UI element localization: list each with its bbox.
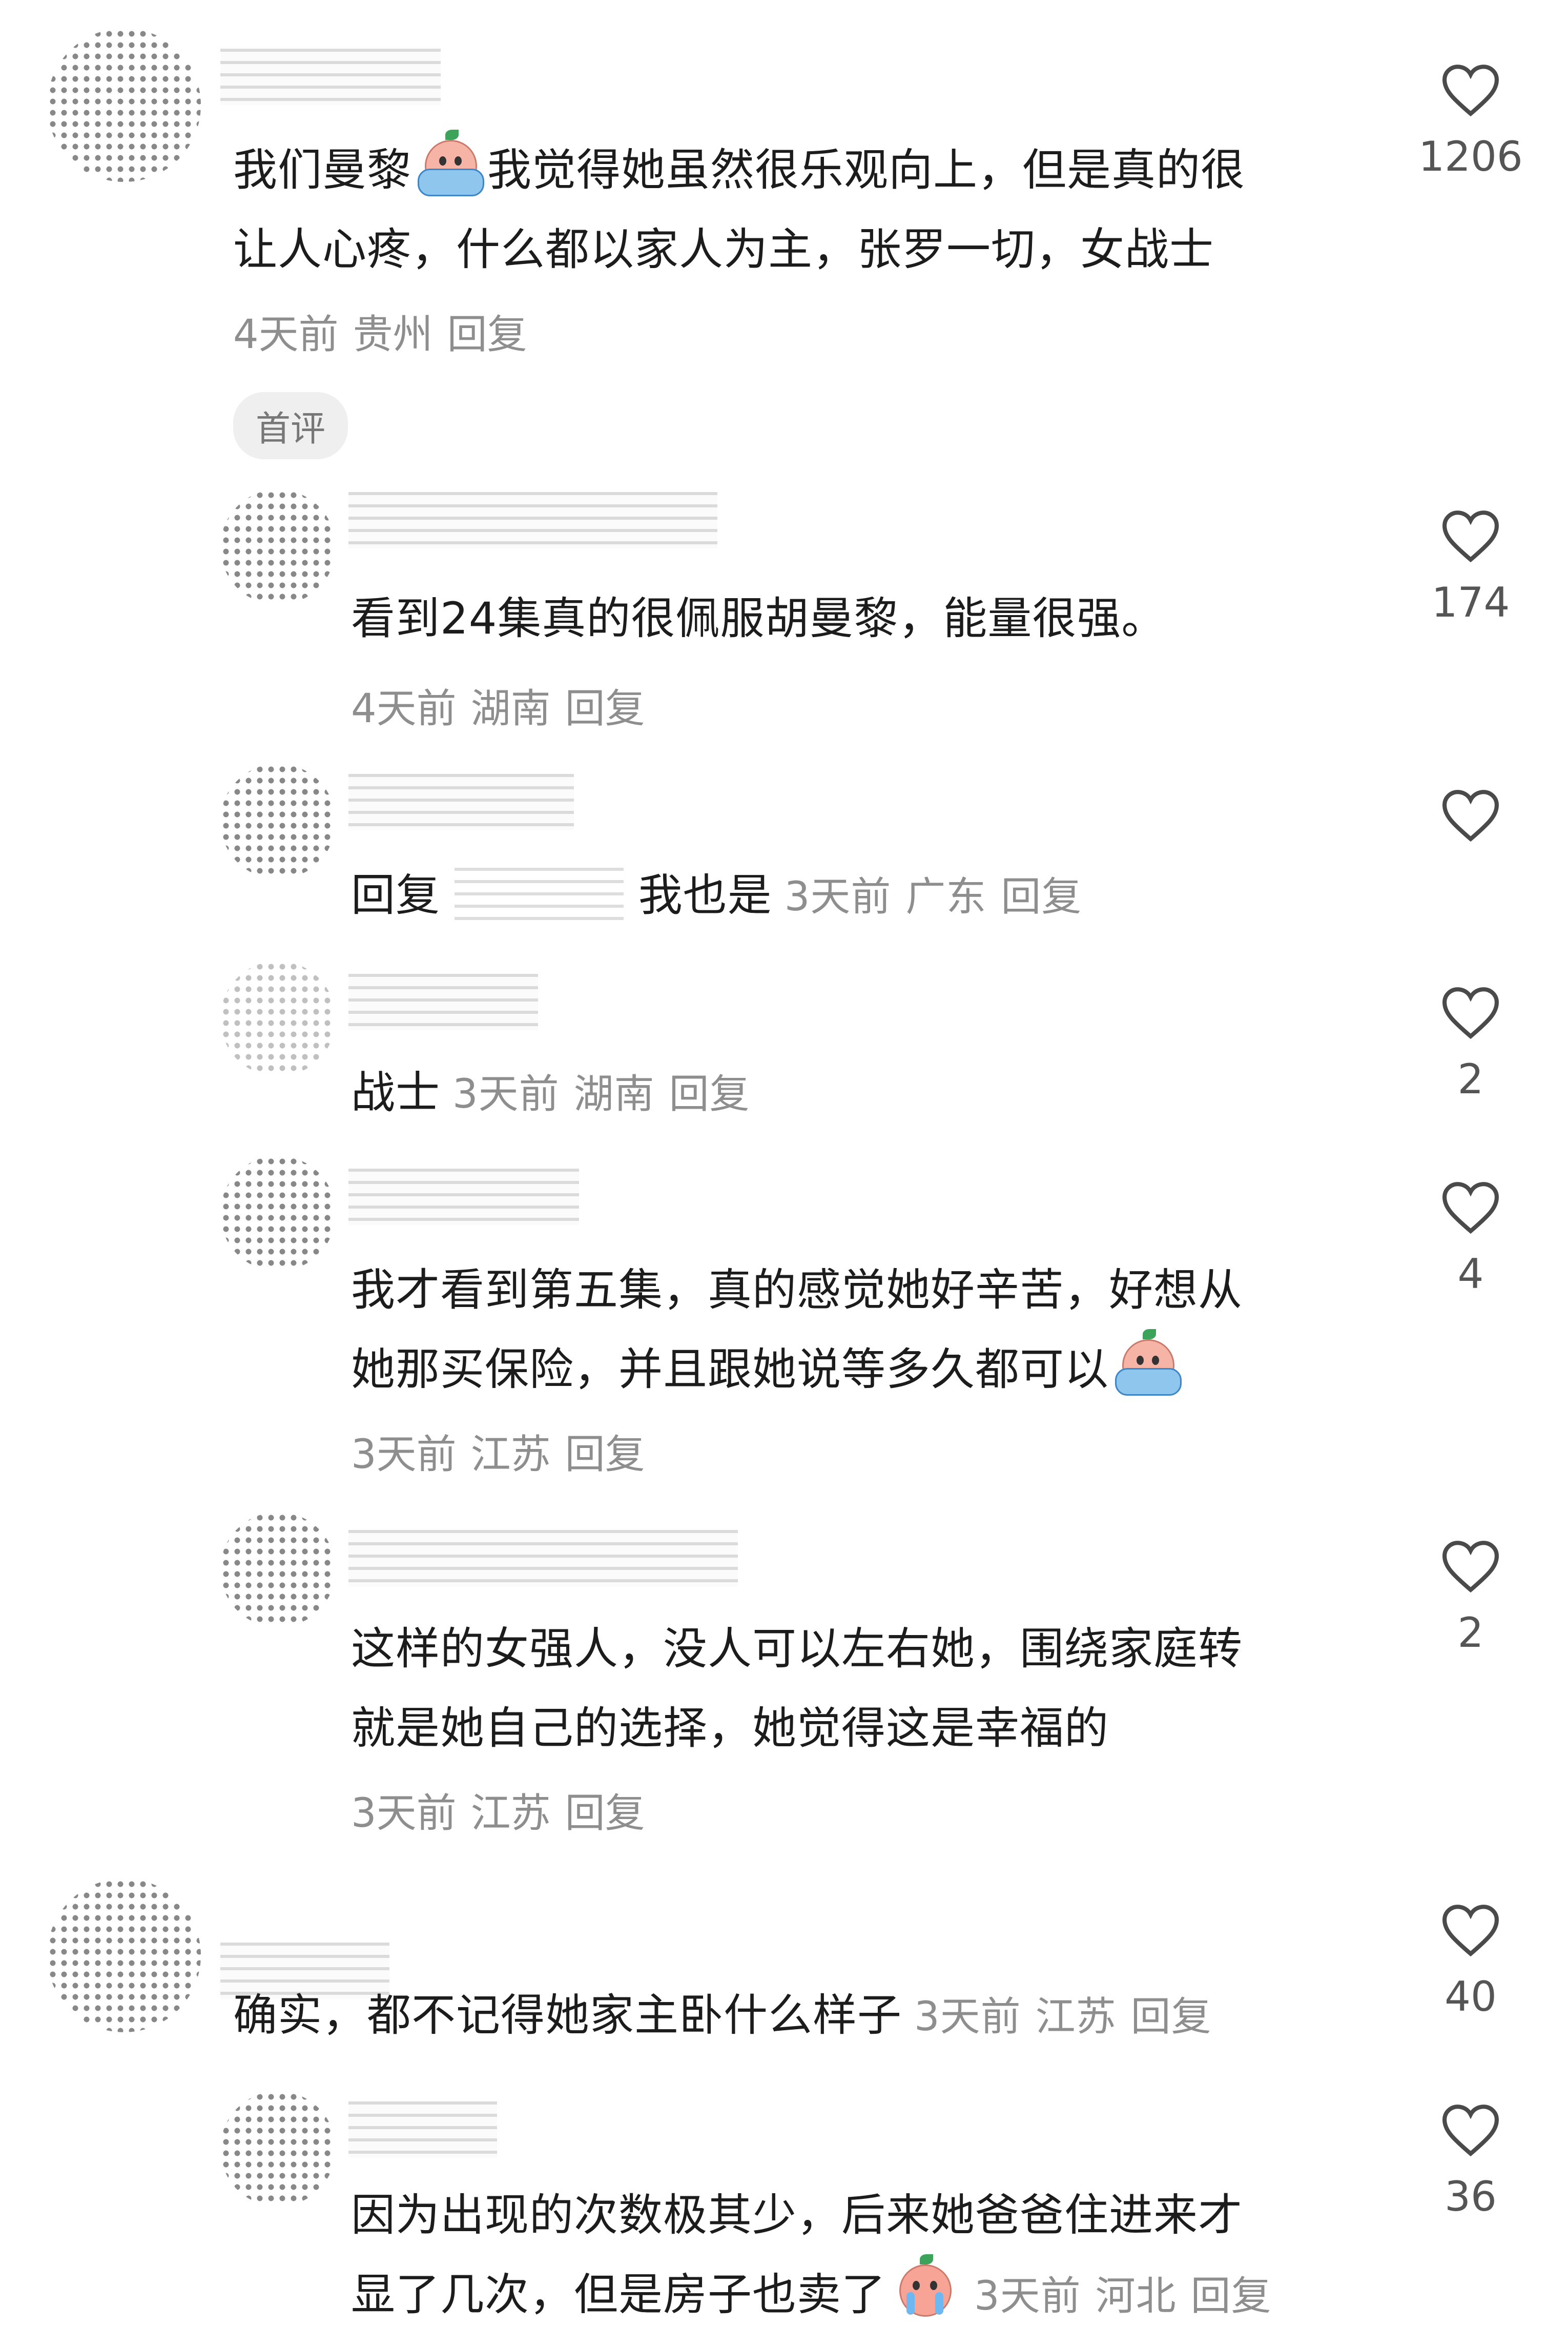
comment-text: 战士 3天前 湖南 回复: [351, 1053, 765, 1134]
comment-text: 确实，都不记得她家主卧什么样子 3天前 江苏 回复: [233, 1976, 1226, 2057]
reply-button[interactable]: 回复: [565, 1432, 645, 1478]
like-button[interactable]: 40: [1414, 1902, 1527, 2023]
comment-meta: 4天前 贵州 回复: [233, 302, 542, 360]
comment-location: 江苏: [470, 1790, 551, 1836]
like-button[interactable]: 36: [1414, 2101, 1527, 2222]
first-comment-badge: 首评: [233, 392, 348, 459]
comment-meta: 3天前 江苏 回复: [351, 1781, 659, 1839]
comment-meta: 3天前 江苏 回复: [914, 1994, 1226, 2040]
like-count: 174: [1431, 579, 1510, 626]
comment-text: 因为出现的次数极其少，后来她爸爸住进来才 显了几次，但是房子也卖了 3天前 河北 回复: [351, 2176, 1286, 2336]
comment-meta: 3天前 湖南 回复: [452, 1071, 765, 1117]
avatar[interactable]: [220, 489, 336, 605]
avatar[interactable]: [220, 1512, 336, 1627]
avatar[interactable]: [47, 28, 201, 182]
username-blurred[interactable]: [348, 774, 574, 830]
reply-button[interactable]: 回复: [669, 1071, 750, 1117]
comment-text: 这样的女强人，没人可以左右她，围绕家庭转 就是她自己的选择，她觉得这是幸福的: [351, 1623, 1243, 1754]
like-count: 40: [1445, 1973, 1497, 2020]
comment-time: 3天前: [452, 1071, 560, 1117]
comment-text: 我才看到第五集，真的感觉她好辛苦，好想从 她那买保险，并且跟她说等多久都可以: [351, 1264, 1243, 1396]
heart-outline-icon: [1442, 1182, 1499, 1234]
comment-location: 江苏: [470, 1432, 551, 1478]
heart-outline-icon: [1442, 1541, 1499, 1593]
comment-time: 3天前: [974, 2273, 1081, 2319]
comment-time: 3天前: [914, 1994, 1021, 2040]
like-button[interactable]: 2: [1414, 1538, 1527, 1659]
comment-meta: 3天前 江苏 回复: [351, 1422, 659, 1480]
like-count: 4: [1457, 1250, 1484, 1298]
comment-meta: 4天前 湖南 回复: [351, 677, 659, 734]
comment-time: 4天前: [351, 686, 457, 732]
username-blurred[interactable]: [348, 1169, 579, 1225]
comment-time: 3天前: [351, 1432, 457, 1478]
like-button[interactable]: 4: [1414, 1179, 1527, 1300]
username-blurred[interactable]: [348, 2101, 497, 2158]
like-count: 2: [1457, 1609, 1484, 1657]
reply-button[interactable]: 回复: [1001, 874, 1082, 920]
comment-time: 3天前: [784, 874, 892, 920]
comment-time: 3天前: [351, 1790, 457, 1836]
comment-meta: 3天前 河北 回复: [974, 2273, 1286, 2319]
username-blurred[interactable]: [348, 492, 717, 548]
reply-prefix: 回复: [351, 870, 440, 921]
tears-face-emoji: [888, 2254, 960, 2321]
crying-face-emoji: [1111, 1329, 1183, 1396]
comment-text: 我们曼黎 我觉得她虽然很乐观向上，但是真的很 让人心疼，什么都以家人为主，张罗一切…: [233, 130, 1245, 290]
comment-location: 河北: [1095, 2273, 1177, 2319]
avatar[interactable]: [47, 1879, 201, 2032]
avatar[interactable]: [220, 1156, 336, 1271]
like-button[interactable]: 1206: [1414, 62, 1527, 182]
comment-text: 回复 我也是 3天前 广东 回复: [351, 856, 1096, 937]
reply-button[interactable]: 回复: [447, 312, 527, 358]
like-button[interactable]: 2: [1414, 984, 1527, 1105]
reply-button[interactable]: 回复: [1131, 1994, 1212, 2040]
mentioned-user-blurred[interactable]: [455, 867, 624, 929]
heart-outline-icon: [1442, 987, 1499, 1039]
heart-outline-icon: [1442, 65, 1499, 117]
heart-outline-icon: [1442, 511, 1499, 563]
avatar[interactable]: [220, 764, 336, 879]
comment-text: 看到24集真的很佩服胡曼黎，能量很强。: [351, 593, 1166, 644]
like-button[interactable]: [1414, 787, 1527, 856]
avatar[interactable]: [220, 961, 336, 1076]
comment-location: 贵州: [353, 312, 433, 358]
heart-outline-icon: [1442, 1905, 1499, 1957]
comment-location: 广东: [905, 874, 987, 920]
heart-outline-icon: [1442, 790, 1499, 842]
avatar[interactable]: [220, 2091, 336, 2207]
comment-meta: 3天前 广东 回复: [785, 874, 1097, 920]
heart-outline-icon: [1442, 2105, 1499, 2157]
reply-button[interactable]: 回复: [1191, 2273, 1272, 2319]
like-button[interactable]: 174: [1414, 507, 1527, 628]
like-count: 1206: [1418, 133, 1523, 180]
reply-button[interactable]: 回复: [565, 1790, 645, 1836]
comment-location: 江苏: [1035, 1994, 1117, 2040]
username-blurred[interactable]: [348, 974, 538, 1030]
username-blurred[interactable]: [348, 1530, 738, 1586]
comment-location: 湖南: [470, 686, 551, 732]
comment-time: 4天前: [233, 312, 339, 358]
like-count: 36: [1445, 2173, 1497, 2220]
reply-button[interactable]: 回复: [565, 686, 645, 732]
crying-face-emoji: [414, 130, 485, 196]
username-blurred[interactable]: [220, 49, 441, 105]
comment-location: 湖南: [573, 1071, 655, 1117]
like-count: 2: [1457, 1055, 1484, 1103]
